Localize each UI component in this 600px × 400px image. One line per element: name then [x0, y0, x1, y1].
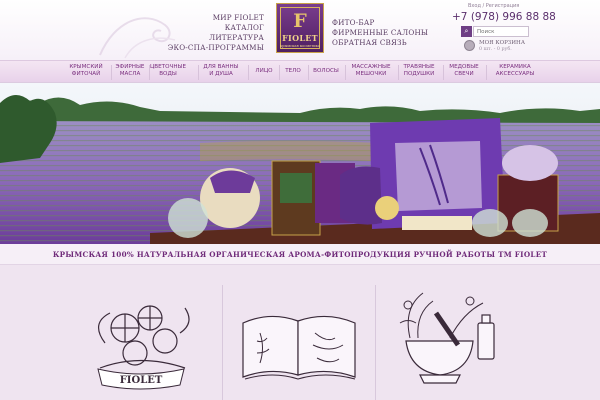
open-book-icon [242, 315, 356, 380]
nav-eco-spa[interactable]: ЭКО-СПА-ПРОГРАММЫ [168, 43, 264, 53]
card-divider [222, 285, 223, 400]
top-nav-right: ФИТО-БАР ФИРМЕННЫЕ САЛОНЫ ОБРАТНАЯ СВЯЗЬ [332, 18, 428, 48]
search-input[interactable] [473, 26, 529, 37]
nav-separator [486, 65, 487, 80]
nav-separator [398, 65, 399, 80]
nav-item-pillows[interactable]: ТРАВЯНЫЕ ПОДУШКИ [400, 64, 438, 78]
tagline-text: КРЫМСКАЯ 100% НАТУРАЛЬНАЯ ОРГАНИЧЕСКАЯ А… [52, 250, 548, 259]
nav-label: ПОДУШКИ [403, 71, 435, 77]
nav-label: ТРАВЯНЫЕ [403, 64, 435, 70]
nav-label: СВЕЧИ [454, 71, 474, 77]
nav-separator [345, 65, 346, 80]
nav-separator [308, 65, 309, 80]
nav-label: ВОЛОСЫ [313, 68, 339, 74]
card-mortar-herbs[interactable] [388, 283, 508, 400]
nav-salons[interactable]: ФИРМЕННЫЕ САЛОНЫ [332, 28, 428, 38]
hero-image [0, 83, 600, 244]
nav-item-body[interactable]: ТЕЛО [281, 68, 305, 75]
tagline-bar: КРЫМСКАЯ 100% НАТУРАЛЬНАЯ ОРГАНИЧЕСКАЯ А… [0, 244, 600, 265]
card-literature-book[interactable] [235, 283, 365, 400]
main-category-nav: КРЫМСКИЙ ФИТОЧАЙ ЭФИРНЫЕ МАСЛА ЦВЕТОЧНЫЕ ВО… [0, 60, 600, 83]
feature-cards: FIOLET [0, 265, 600, 400]
nav-label: И ДУША [209, 71, 233, 77]
nav-item-ceramics[interactable]: КЕРАМИКА АКСЕССУАРЫ [490, 64, 540, 78]
nav-label: ФИТОЧАЙ [71, 71, 101, 77]
top-nav-left: МИР FIOLET КАТАЛОГ ЛИТЕРАТУРА ЭКО-СПА-ПР… [168, 13, 264, 53]
nav-catalog[interactable]: КАТАЛОГ [168, 23, 264, 33]
cart-summary: 0 шт. - 0 руб. [479, 47, 512, 52]
nav-label: АКСЕССУАРЫ [495, 71, 535, 77]
nav-label: ЦВЕТОЧНЫЕ [149, 64, 187, 70]
nav-separator [443, 65, 444, 80]
nav-item-bath[interactable]: ДЛЯ ВАННЫ И ДУША [200, 64, 242, 78]
nav-item-waters[interactable]: ЦВЕТОЧНЫЕ ВОДЫ [146, 64, 190, 78]
brand-logo[interactable]: F FIOLET крымская косметика [276, 3, 324, 53]
nav-fito-bar[interactable]: ФИТО-БАР [332, 18, 428, 28]
nav-label: ТЕЛО [285, 68, 301, 74]
nav-label: ЭФИРНЫЕ [115, 64, 145, 70]
logo-tagline: крымская косметика [279, 44, 321, 48]
nav-mir-fiolet[interactable]: МИР FIOLET [168, 13, 264, 23]
nav-item-oils[interactable]: ЭФИРНЫЕ МАСЛА [112, 64, 148, 78]
card-fiolet-bouquet[interactable]: FIOLET [80, 283, 200, 400]
nav-label: КЕРАМИКА [499, 64, 531, 70]
nav-separator [279, 65, 280, 80]
logo-letter: F [293, 10, 307, 32]
mortar-pestle-icon [399, 292, 495, 384]
nav-item-face[interactable]: ЛИЦО [252, 68, 276, 75]
search-icon[interactable]: ⌕ [461, 26, 472, 37]
nav-label: МАСЛА [119, 71, 141, 77]
nav-item-hair[interactable]: ВОЛОСЫ [311, 68, 341, 75]
phone-number[interactable]: +7 (978) 996 88 88 [452, 11, 556, 23]
nav-separator [248, 65, 249, 80]
nav-literature[interactable]: ЛИТЕРАТУРА [168, 33, 264, 43]
logo-name: FIOLET [282, 33, 318, 43]
nav-feedback[interactable]: ОБРАТНАЯ СВЯЗЬ [332, 38, 428, 48]
hero-banner[interactable] [0, 83, 600, 244]
nav-label: МАССАЖНЫЕ [351, 64, 391, 70]
flower-bouquet-icon: FIOLET [97, 305, 190, 390]
nav-label: ЛИЦО [255, 68, 273, 74]
site-header: МИР FIOLET КАТАЛОГ ЛИТЕРАТУРА ЭКО-СПА-ПР… [0, 0, 600, 60]
card-divider [375, 285, 376, 400]
nav-item-massage-bags[interactable]: МАССАЖНЫЕ МЕШОЧКИ [349, 64, 393, 78]
nav-label: ВОДЫ [159, 71, 177, 77]
nav-label: КРЫМСКИЙ [69, 64, 103, 70]
cart-icon[interactable] [464, 40, 475, 51]
nav-item-fitochai[interactable]: КРЫМСКИЙ ФИТОЧАЙ [64, 64, 108, 78]
nav-label: ДЛЯ ВАННЫ [203, 64, 239, 70]
nav-item-candles[interactable]: МЕДОВЫЕ СВЕЧИ [446, 64, 482, 78]
card-banner-text: FIOLET [120, 375, 163, 386]
nav-separator [198, 65, 199, 80]
cart-title[interactable]: МОЯ КОРЗИНА [479, 40, 525, 46]
nav-label: МЕШОЧКИ [355, 71, 387, 77]
login-link[interactable]: Вход / Регистрация [468, 3, 519, 9]
nav-label: МЕДОВЫЕ [449, 64, 479, 70]
